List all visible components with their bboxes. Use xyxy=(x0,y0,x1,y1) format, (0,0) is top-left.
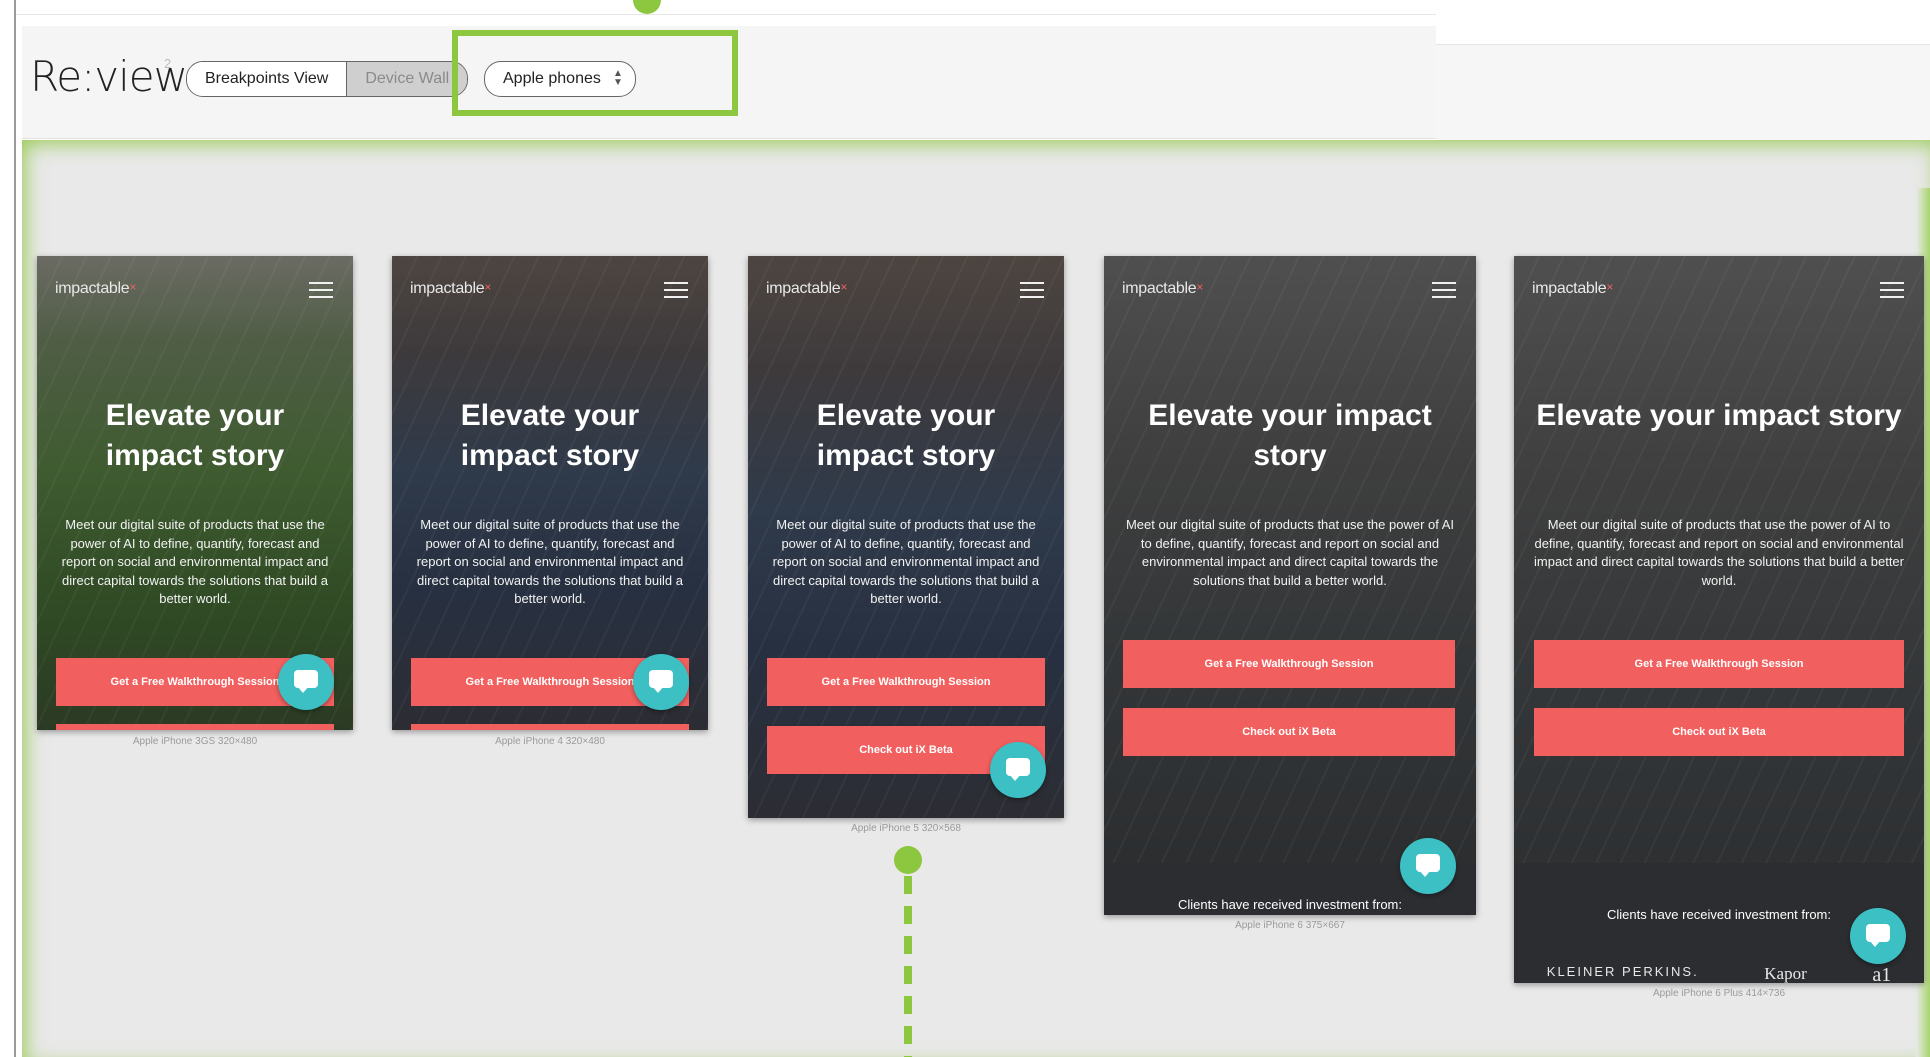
hero-headline: Elevate your impact story xyxy=(1148,399,1432,472)
beta-button[interactable]: Check out iX Beta xyxy=(1534,708,1904,756)
hero-headline: Elevate your impact story xyxy=(460,399,640,472)
clients-text: Clients have received investment from: xyxy=(1178,897,1402,912)
brand-logo: impactable× xyxy=(766,280,847,298)
hero-headline: Elevate your impact story xyxy=(1536,399,1902,432)
hero-body: Meet our digital suite of products that … xyxy=(772,517,1040,606)
brand-name: impactable xyxy=(1532,280,1607,297)
brand-logo: impactable× xyxy=(55,280,136,298)
brand-mark: × xyxy=(1196,280,1204,294)
kapor-logo: Kapor xyxy=(1764,964,1807,983)
hamburger-menu-icon[interactable] xyxy=(1020,282,1044,298)
view-toggle: Breakpoints View Device Wall xyxy=(186,61,469,97)
device-caption: Apple iPhone 5 320×568 xyxy=(851,823,961,834)
device-frame-iphone-3gs: impactable× Elevate your impact story Me… xyxy=(37,256,353,730)
annotation-dot xyxy=(894,846,922,874)
annotation-dashed-line xyxy=(904,876,912,1057)
breakpoints-view-button[interactable]: Breakpoints View xyxy=(187,62,347,96)
hamburger-menu-icon[interactable] xyxy=(1432,282,1456,298)
top-rule xyxy=(16,14,1436,15)
brand-logo: impactable× xyxy=(1122,280,1203,298)
app-logo-superscript: 2 xyxy=(164,56,172,71)
secondary-button-edge[interactable] xyxy=(411,724,689,730)
brand-mark: × xyxy=(484,280,492,294)
sort-arrows-icon: ▲ ▼ xyxy=(612,68,623,88)
a1-logo: a1 xyxy=(1872,964,1892,983)
kleiner-perkins-logo: KLEINER PERKINS. xyxy=(1546,964,1699,979)
brand-logo: impactable× xyxy=(1532,280,1613,298)
device-caption: Apple iPhone 6 375×667 xyxy=(1235,920,1345,931)
annotation-dot xyxy=(633,0,661,14)
hero-headline: Elevate your impact story xyxy=(816,399,996,472)
hero-body: Meet our digital suite of products that … xyxy=(416,517,684,606)
hamburger-menu-icon[interactable] xyxy=(309,282,333,298)
brand-mark: × xyxy=(840,280,848,294)
device-frame-iphone-4: impactable× Elevate your impact story Me… xyxy=(392,256,708,730)
brand-logo: impactable× xyxy=(410,280,491,298)
walkthrough-button[interactable]: Get a Free Walkthrough Session xyxy=(767,658,1045,706)
chat-icon[interactable] xyxy=(1400,838,1456,894)
brand-name: impactable xyxy=(1122,280,1197,297)
brand-mark: × xyxy=(129,280,137,294)
brand-name: impactable xyxy=(55,280,130,297)
brand-name: impactable xyxy=(410,280,485,297)
hero-body: Meet our digital suite of products that … xyxy=(1534,517,1904,588)
chat-icon[interactable] xyxy=(633,654,689,710)
walkthrough-button[interactable]: Get a Free Walkthrough Session xyxy=(1123,640,1455,688)
brand-name: impactable xyxy=(766,280,841,297)
hamburger-menu-icon[interactable] xyxy=(664,282,688,298)
brand-mark: × xyxy=(1606,280,1614,294)
device-caption: Apple iPhone 6 Plus 414×736 xyxy=(1652,988,1786,999)
hamburger-menu-icon[interactable] xyxy=(1880,282,1904,298)
left-rule xyxy=(14,0,16,1057)
hero-headline: Elevate your impact story xyxy=(105,399,285,472)
secondary-button-edge[interactable] xyxy=(56,724,334,730)
chat-icon[interactable] xyxy=(990,742,1046,798)
device-caption: Apple iPhone 3GS 320×480 xyxy=(132,736,258,747)
chat-icon[interactable] xyxy=(1850,908,1906,964)
hero-body: Meet our digital suite of products that … xyxy=(61,517,329,606)
device-filter-select[interactable]: Apple phones ▲ ▼ xyxy=(484,61,636,97)
client-logos: KLEINER PERKINS. Kapor a1 xyxy=(1514,964,1924,983)
device-frame-iphone-6-plus: impactable× Elevate your impact story Me… xyxy=(1514,256,1924,983)
device-frame-iphone-6: impactable× Elevate your impact story Me… xyxy=(1104,256,1476,915)
device-wall-button[interactable]: Device Wall xyxy=(346,62,468,96)
device-caption: Apple iPhone 4 320×480 xyxy=(495,736,605,747)
device-frame-iphone-5: impactable× Elevate your impact story Me… xyxy=(748,256,1064,818)
device-filter-value: Apple phones xyxy=(503,70,601,87)
walkthrough-button[interactable]: Get a Free Walkthrough Session xyxy=(1534,640,1904,688)
hero-body: Meet our digital suite of products that … xyxy=(1125,517,1455,588)
chat-icon[interactable] xyxy=(278,654,334,710)
beta-button[interactable]: Check out iX Beta xyxy=(1123,708,1455,756)
